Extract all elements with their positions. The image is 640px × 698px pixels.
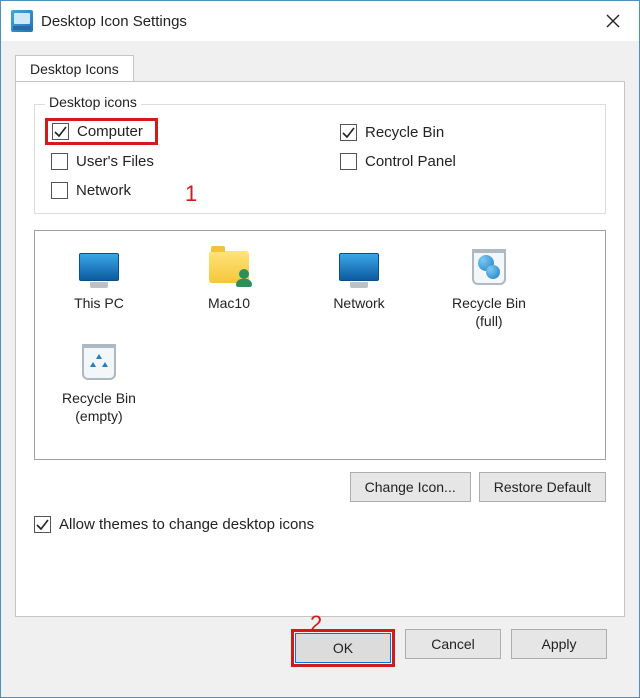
- checkbox-label: Recycle Bin: [365, 124, 444, 141]
- tab-desktop-icons[interactable]: Desktop Icons: [15, 55, 134, 82]
- checkmark-icon: [54, 125, 67, 138]
- window-title: Desktop Icon Settings: [33, 13, 591, 30]
- icon-this-pc[interactable]: This PC: [49, 245, 149, 330]
- apply-button[interactable]: Apply: [511, 629, 607, 659]
- checkmark-icon: [342, 126, 355, 139]
- desktop-icons-group: Desktop icons Computer: [34, 104, 606, 214]
- tab-strip: Desktop Icons: [15, 51, 625, 81]
- change-icon-button[interactable]: Change Icon...: [350, 472, 471, 502]
- icon-preview-panel: This PC Mac10 Network Recycle Bin (full): [34, 230, 606, 460]
- allow-themes-row: Allow themes to change desktop icons: [34, 516, 606, 533]
- icon-recycle-bin-empty[interactable]: Recycle Bin (empty): [49, 340, 149, 425]
- checkbox-label: Allow themes to change desktop icons: [59, 516, 314, 533]
- network-icon: [335, 245, 383, 289]
- checkbox-control-panel[interactable]: Control Panel: [340, 153, 589, 170]
- checkbox-box: [52, 123, 69, 140]
- checkbox-computer[interactable]: Computer: [52, 123, 143, 140]
- icon-recycle-bin-full[interactable]: Recycle Bin (full): [439, 245, 539, 330]
- desktop-icon-settings-window: Desktop Icon Settings Desktop Icons Desk…: [0, 0, 640, 698]
- recycle-bin-empty-icon: [75, 340, 123, 384]
- app-icon: [11, 10, 33, 32]
- checkbox-recycle-bin[interactable]: Recycle Bin: [340, 123, 589, 141]
- checkbox-users-files[interactable]: User's Files: [51, 153, 300, 170]
- restore-default-button[interactable]: Restore Default: [479, 472, 606, 502]
- dialog-footer: 2 OK Cancel Apply: [15, 617, 625, 683]
- close-button[interactable]: [591, 5, 635, 37]
- icon-label: Recycle Bin (full): [439, 295, 539, 330]
- checkbox-grid: Computer Recycle Bin: [51, 123, 589, 199]
- checkbox-allow-themes[interactable]: Allow themes to change desktop icons: [34, 516, 314, 533]
- checkbox-label: Computer: [77, 123, 143, 140]
- checkbox-box: [34, 516, 51, 533]
- highlight-computer: Computer: [45, 118, 158, 145]
- checkmark-icon: [36, 518, 49, 531]
- ok-button[interactable]: OK: [295, 633, 391, 663]
- checkbox-box: [51, 153, 68, 170]
- checkbox-box: [340, 153, 357, 170]
- icon-user-folder[interactable]: Mac10: [179, 245, 279, 330]
- checkbox-network[interactable]: Network: [51, 182, 300, 199]
- close-icon: [606, 14, 620, 28]
- titlebar: Desktop Icon Settings: [1, 1, 639, 41]
- checkbox-box: [51, 182, 68, 199]
- icon-label: Recycle Bin (empty): [49, 390, 149, 425]
- cancel-button[interactable]: Cancel: [405, 629, 501, 659]
- user-folder-icon: [205, 245, 253, 289]
- icon-action-row: Change Icon... Restore Default: [34, 472, 606, 502]
- dialog-body: Desktop Icons Desktop icons Computer: [1, 41, 639, 697]
- icon-label: Network: [309, 295, 409, 329]
- checkbox-box: [340, 124, 357, 141]
- recycle-bin-full-icon: [465, 245, 513, 289]
- icon-label: This PC: [49, 295, 149, 329]
- tab-page: Desktop icons Computer: [15, 81, 625, 617]
- icon-network[interactable]: Network: [309, 245, 409, 330]
- highlight-ok: OK: [291, 629, 395, 667]
- checkbox-label: Network: [76, 182, 131, 199]
- icon-label: Mac10: [179, 295, 279, 329]
- group-label: Desktop icons: [45, 94, 141, 110]
- checkbox-computer-wrap: Computer: [51, 123, 300, 141]
- checkbox-label: User's Files: [76, 153, 154, 170]
- checkbox-label: Control Panel: [365, 153, 456, 170]
- monitor-icon: [75, 245, 123, 289]
